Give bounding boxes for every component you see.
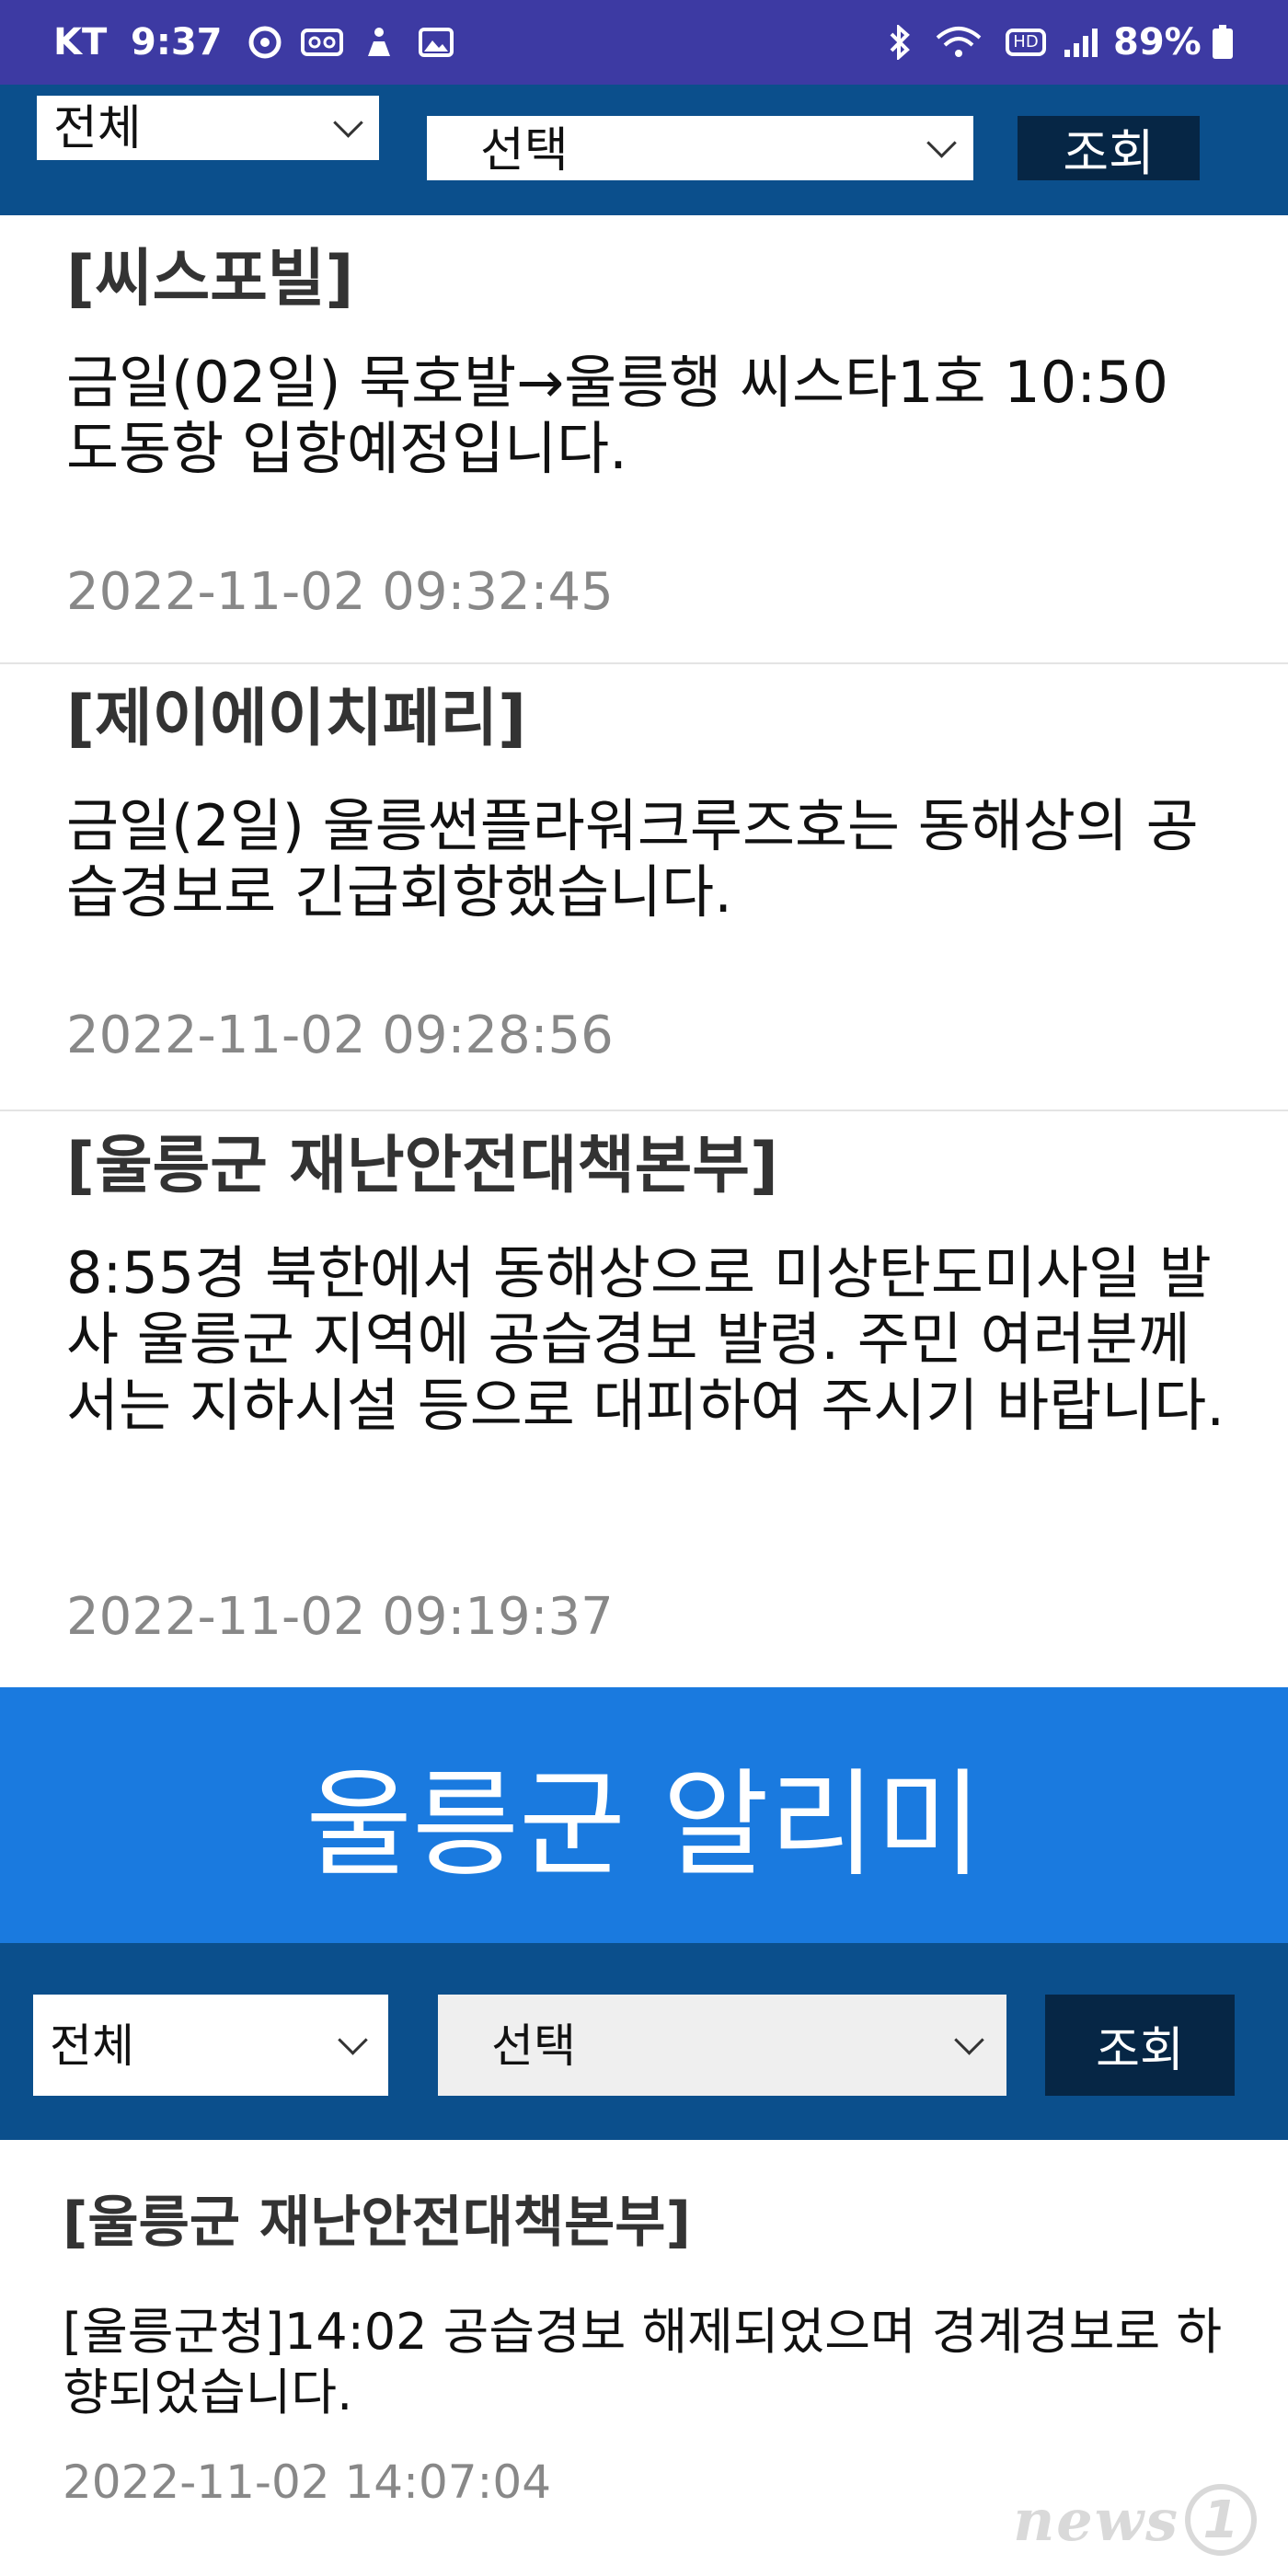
notice-title: [울릉군 재난안전대책본부] [66, 1130, 778, 1202]
notice-body: 8:55경 북한에서 동해상으로 미상탄도미사일 발사 울릉군 지역에 공습경보… [66, 1239, 1225, 1439]
status-bar: KT 9:37 HD 89% [0, 0, 1288, 85]
list-item[interactable]: [울릉군 재난안전대책본부] 8:55경 북한에서 동해상으로 미상탄도미사일 … [0, 1111, 1288, 1687]
wifi-icon [933, 24, 984, 61]
battery-icon [1209, 24, 1236, 61]
chevron-down-icon [333, 108, 363, 138]
option-select-value: 선택 [491, 2019, 576, 2073]
filter-bar: 전체 선택 조회 [0, 1943, 1288, 2140]
chevron-down-icon [954, 2025, 984, 2055]
signal-strength-icon [1060, 24, 1102, 61]
notice-title: [씨스포빌] [66, 243, 354, 316]
search-button[interactable]: 조회 [1045, 1995, 1235, 2096]
category-select-value: 전체 [53, 101, 142, 156]
notice-body: 금일(2일) 울릉썬플라워크루즈호는 동해상의 공습경보로 긴급회항했습니다. [66, 792, 1199, 926]
battery-percent: 89% [1113, 21, 1202, 63]
watermark-brand: news [1013, 2486, 1179, 2554]
gallery-notification-icon [418, 24, 454, 61]
bluetooth-icon [881, 24, 918, 61]
filter-bar: 전체 선택 조회 [0, 85, 1288, 215]
notice-timestamp: 2022-11-02 09:19:37 [66, 1587, 614, 1647]
chevron-down-icon [338, 2025, 368, 2055]
category-select[interactable]: 전체 [37, 96, 379, 160]
notice-timestamp: 2022-11-02 14:07:04 [63, 2455, 552, 2509]
watermark-number: 1 [1185, 2484, 1257, 2556]
chevron-down-icon [926, 128, 957, 158]
hd-voice-icon: HD [1003, 24, 1049, 61]
app-title-banner: 울릉군 알리미 [0, 1687, 1288, 1943]
voicemail-icon [300, 24, 344, 61]
notice-body: 금일(02일) 묵호발→울릉행 씨스타1호 10:50 도동항 입항예정입니다. [66, 349, 1168, 482]
option-select-value: 선택 [480, 123, 569, 178]
notice-body: [울릉군청]14:02 공습경보 해제되었으며 경계경보로 하향되었습니다. [63, 2303, 1223, 2421]
category-select-value: 전체 [50, 2019, 134, 2073]
page-title: 울릉군 알리미 [305, 1757, 983, 1892]
notice-title: [울릉군 재난안전대책본부] [63, 2191, 691, 2255]
notice-title: [제이에이치페리] [66, 683, 527, 755]
category-select[interactable]: 전체 [33, 1995, 388, 2096]
notice-timestamp: 2022-11-02 09:32:45 [66, 562, 614, 622]
news1-watermark: news 1 [1013, 2484, 1257, 2556]
fitness-notification-icon [361, 24, 397, 61]
notice-timestamp: 2022-11-02 09:28:56 [66, 1006, 614, 1065]
option-select[interactable]: 선택 [438, 1995, 1006, 2096]
list-item[interactable]: [제이에이치페리] 금일(2일) 울릉썬플라워크루즈호는 동해상의 공습경보로 … [0, 664, 1288, 1110]
option-select[interactable]: 선택 [427, 116, 973, 180]
app-notification-icon [247, 24, 283, 61]
clock-label: 9:37 [131, 21, 223, 63]
list-item[interactable]: [씨스포빌] 금일(02일) 묵호발→울릉행 씨스타1호 10:50 도동항 입… [0, 215, 1288, 662]
carrier-label: KT [53, 21, 108, 63]
search-button[interactable]: 조회 [1018, 116, 1200, 182]
